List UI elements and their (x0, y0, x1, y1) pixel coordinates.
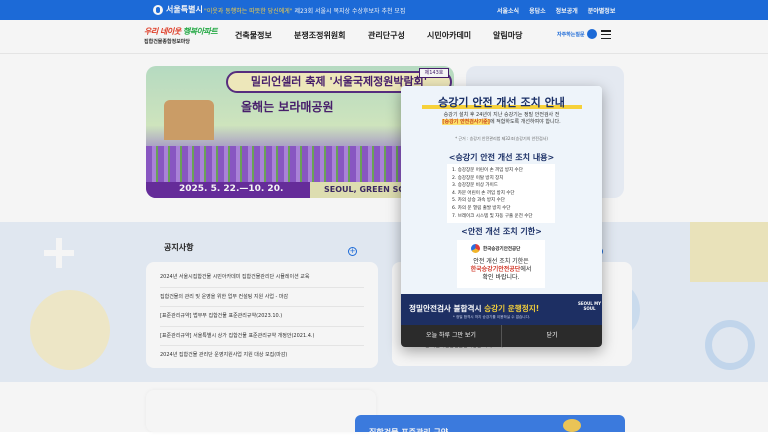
popup-desc-2: 에 적합하도록 개선하여야 합니다. (489, 119, 561, 125)
close-button[interactable]: 닫기 (502, 325, 602, 347)
popup-reference: * 근거 : 승강기 안전관리법 제32조(승강기의 안전검사) (455, 136, 548, 141)
measure-item: 2. 승강장문 이탈 방지 장치 (452, 175, 504, 181)
seoul-my-soul-logo: SEOUL MY SOUL (577, 301, 602, 311)
deadline-text-3: 확인 바랍니다. (482, 274, 520, 281)
popup-section-measures: <승강기 안전 개선 조치 내용> (448, 153, 555, 162)
popup-desc-1: 승강기 설치 후 24년이 지난 승강기는 정밀 안전검사 전 (443, 112, 560, 118)
agency-logo-icon (471, 244, 480, 253)
popup-warning: 정밀안전검사 불합격시 승강기 운행정지! (409, 303, 539, 314)
measure-item: 3. 승강장문 비상 가이드 (452, 183, 498, 189)
deadline-text-1: 안전 개선 조치 기한은 (473, 258, 529, 265)
popup-heading: 승강기 안전 개선 조치 안내 (401, 94, 602, 109)
hide-today-button[interactable]: 오늘 하루 그만 보기 (401, 325, 502, 347)
measure-item: 5. 카의 상승 과속 방지 수단 (452, 198, 505, 204)
popup-buttons: 오늘 하루 그만 보기 닫기 (401, 325, 602, 347)
measure-item: 6. 카의 문 열림 출발 방지 수단 (452, 205, 511, 211)
deadline-text-2: 에서 (520, 266, 532, 273)
warning-text-a: 정밀안전검사 불합격시 (409, 304, 485, 313)
popup-measures-list: 1. 승강장문 어린이 손 끼임 방지 수단 2. 승강장문 이탈 방지 장치 … (447, 164, 555, 224)
popup-description: 승강기 설치 후 24년이 지난 승강기는 정밀 안전검사 전 [승강기 안전검… (413, 112, 590, 126)
measure-item: 7. 브레이크 시스템 및 자동 구출 운전 수단 (452, 213, 533, 219)
popup-body: 승강기 안전 개선 조치 안내 승강기 설치 후 24년이 지난 승강기는 정밀… (401, 86, 602, 294)
warning-text-b: 승강기 운행정지! (484, 304, 540, 313)
deadline-agency: 한국승강기안전공단 (470, 266, 521, 273)
popup-agency-box: 한국승강기안전공단 안전 개선 조치 기한은 한국승강기안전공단에서 확인 바랍… (457, 240, 545, 288)
elevator-safety-popup: 승강기 안전 개선 조치 안내 승강기 설치 후 24년이 지난 승강기는 정밀… (401, 86, 602, 347)
modal-overlay (0, 0, 768, 432)
agency-deadline-text: 안전 개선 조치 기한은 한국승강기안전공단에서 확인 바랍니다. (457, 258, 545, 282)
popup-warning-bar: 정밀안전검사 불합격시 승강기 운행정지! * 정밀 합격시 까지 승강기를 이… (401, 294, 602, 325)
measure-item: 1. 승강장문 어린이 손 끼임 방지 수단 (452, 168, 523, 173)
agency-logo: 한국승강기안전공단 (471, 244, 520, 253)
popup-section-deadline: <안전 개선 조치 기한> (461, 227, 542, 236)
popup-desc-highlight: [승강기 안전검사기준] (442, 119, 490, 125)
popup-warning-note: * 정밀 합격시 까지 승강기를 이용하실 수 없습니다. (453, 315, 531, 319)
measure-item: 4. 카문 어린이 손 끼임 방지 수단 (452, 190, 515, 196)
agency-name: 한국승강기안전공단 (483, 246, 521, 252)
